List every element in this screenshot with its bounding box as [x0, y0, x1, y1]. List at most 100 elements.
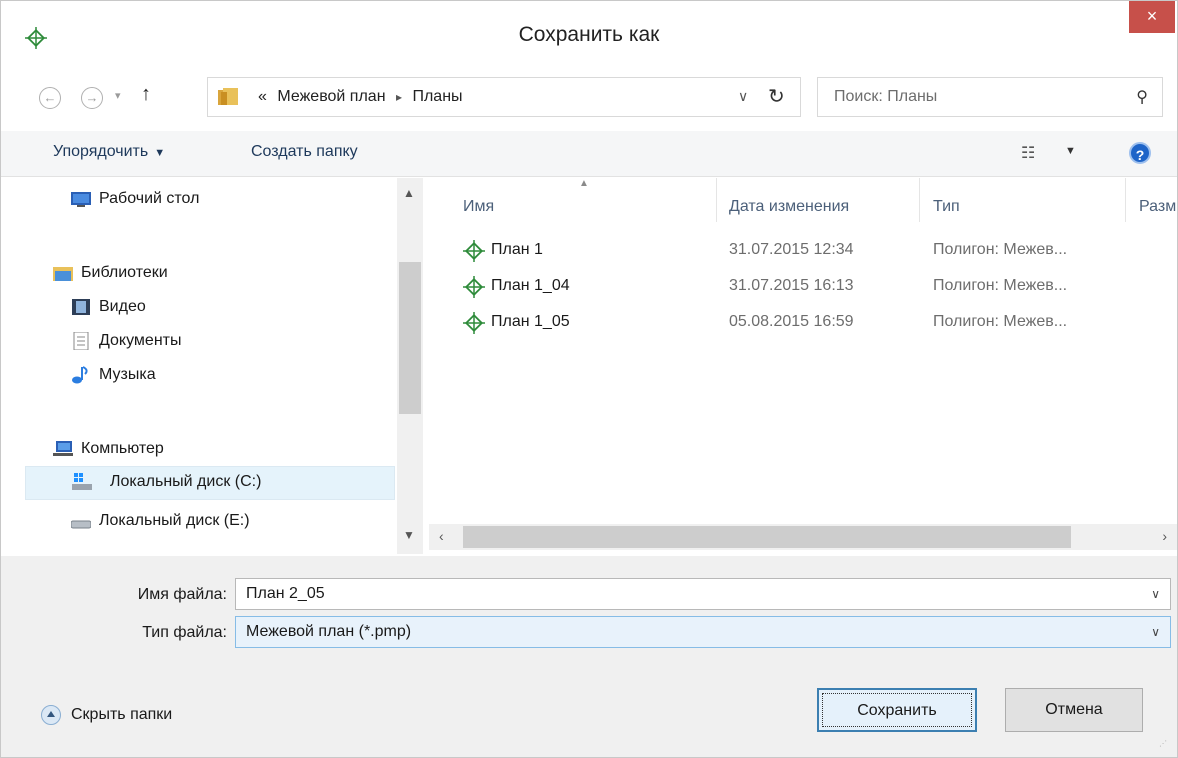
breadcrumb-item-mezhevoy-plan[interactable]: Межевой план — [277, 88, 385, 105]
new-folder-button[interactable]: Создать папку — [251, 143, 358, 161]
sidebar-item-computer[interactable]: Компьютер — [53, 434, 393, 468]
column-header-name[interactable]: Имя — [463, 198, 494, 216]
recent-locations-dropdown[interactable]: ▾ — [115, 89, 121, 102]
chevron-down-icon[interactable]: ∨ — [1151, 587, 1160, 601]
drive-e-icon — [71, 520, 91, 529]
file-list-scrollbar[interactable]: ‹ › — [429, 524, 1177, 550]
sidebar-item-label: Локальный диск (E:) — [99, 512, 250, 529]
file-date: 31.07.2015 12:34 — [729, 241, 854, 258]
video-icon — [72, 299, 90, 315]
sidebar-item-label: Документы — [99, 332, 182, 349]
sidebar-item-label: Видео — [99, 298, 146, 315]
scroll-down-icon[interactable]: ▼ — [403, 528, 415, 542]
breadcrumb-item-plany[interactable]: Планы — [412, 88, 462, 105]
view-options-icon[interactable]: ☷ — [1021, 143, 1035, 163]
search-box[interactable]: Поиск: Планы ⚲ — [817, 77, 1163, 117]
sort-ascending-icon: ▲ — [579, 178, 589, 189]
organize-button[interactable]: Упорядочить ▼ — [53, 143, 165, 161]
forward-button[interactable]: → — [81, 87, 103, 109]
plan-file-icon — [463, 240, 485, 262]
chevron-down-icon[interactable]: ∨ — [1151, 625, 1160, 639]
title-bar: Сохранить как × — [1, 1, 1177, 75]
file-date: 31.07.2015 16:13 — [729, 277, 854, 294]
sidebar-item-drive-c[interactable]: Локальный диск (C:) — [25, 466, 395, 500]
sidebar-item-label: Музыка — [99, 366, 156, 383]
documents-icon — [73, 332, 89, 350]
desktop-icon — [71, 192, 91, 207]
chevron-down-icon: ▼ — [154, 147, 166, 159]
breadcrumb-separator-icon[interactable]: ▸ — [396, 90, 402, 104]
file-type: Полигон: Межев... — [933, 313, 1068, 330]
column-header-date[interactable]: Дата изменения — [729, 198, 849, 216]
file-name: План 1_04 — [491, 277, 570, 294]
column-divider[interactable] — [716, 178, 717, 222]
sidebar-item-desktop[interactable]: Рабочий стол — [71, 184, 391, 218]
scrollbar-thumb[interactable] — [399, 262, 421, 414]
column-header-size[interactable]: Разм — [1139, 198, 1176, 216]
folder-icon — [218, 88, 238, 105]
filetype-label: Тип файла: — [142, 624, 227, 641]
search-icon[interactable]: ⚲ — [1136, 87, 1148, 107]
sidebar-item-label: Компьютер — [81, 440, 164, 457]
close-button[interactable]: × — [1129, 1, 1175, 33]
file-list: ▲ Имя Дата изменения Тип Разм План 1 31.… — [429, 178, 1177, 554]
back-button[interactable]: ← — [39, 87, 61, 109]
file-name: План 1 — [491, 241, 543, 258]
sidebar-item-video[interactable]: Видео — [71, 292, 391, 326]
scroll-right-icon[interactable]: › — [1162, 528, 1167, 544]
search-input[interactable]: Поиск: Планы — [834, 88, 937, 106]
sidebar-item-music[interactable]: Музыка — [71, 360, 391, 394]
refresh-icon[interactable]: ↻ — [768, 84, 785, 109]
cancel-button[interactable]: Отмена — [1005, 688, 1143, 732]
plan-file-icon — [463, 276, 485, 298]
arrow-up-icon: ↑ — [141, 83, 151, 105]
help-icon[interactable]: ? — [1129, 142, 1151, 164]
save-button[interactable]: Сохранить — [817, 688, 977, 732]
file-type: Полигон: Межев... — [933, 241, 1068, 258]
music-icon — [72, 366, 88, 384]
column-divider[interactable] — [1125, 178, 1126, 222]
arrow-left-icon: ← — [43, 90, 57, 105]
file-name: План 1_05 — [491, 313, 570, 330]
table-row[interactable]: План 1 31.07.2015 12:34 Полигон: Межев..… — [429, 236, 1177, 266]
command-toolbar: Упорядочить ▼ Создать папку ☷ ▼ ? — [1, 131, 1177, 177]
window-title: Сохранить как — [518, 23, 660, 46]
sidebar-item-libraries[interactable]: Библиотеки — [53, 258, 393, 292]
address-dropdown-icon[interactable]: ∨ — [738, 88, 748, 105]
sidebar-item-label: Библиотеки — [81, 264, 168, 281]
filetype-value: Межевой план (*.pmp) — [246, 623, 412, 640]
save-as-dialog: Сохранить как × ← → ▾ ↑ « Межевой план ▸… — [0, 0, 1178, 758]
scroll-left-icon[interactable]: ‹ — [439, 528, 444, 544]
computer-icon — [53, 441, 73, 456]
column-header-type[interactable]: Тип — [933, 198, 960, 216]
table-row[interactable]: План 1_05 05.08.2015 16:59 Полигон: Меже… — [429, 308, 1177, 338]
collapse-up-icon — [41, 705, 61, 725]
sidebar-item-label: Локальный диск (C:) — [110, 473, 262, 490]
navigation-bar: ← → ▾ ↑ « Межевой план ▸ Планы ∨ ↻ Поиск… — [1, 77, 1177, 119]
scrollbar-thumb[interactable] — [463, 526, 1071, 548]
filetype-select[interactable]: Межевой план (*.pmp) ∨ — [235, 616, 1171, 648]
table-row[interactable]: План 1_04 31.07.2015 16:13 Полигон: Меже… — [429, 272, 1177, 302]
plan-file-icon — [463, 312, 485, 334]
hide-folders-label: Скрыть папки — [71, 706, 173, 723]
column-divider[interactable] — [919, 178, 920, 222]
breadcrumb-overflow[interactable]: « — [258, 88, 267, 105]
focus-rectangle — [822, 693, 972, 727]
library-icon — [53, 267, 73, 281]
sidebar-item-drive-e[interactable]: Локальный диск (E:) — [71, 506, 391, 540]
arrow-right-icon: → — [85, 90, 99, 105]
up-button[interactable]: ↑ — [141, 83, 151, 106]
filename-field[interactable]: План 2_05 ∨ — [235, 578, 1171, 610]
resize-grip-icon[interactable]: ⋰ — [1159, 739, 1171, 751]
scroll-up-icon[interactable]: ▲ — [403, 186, 415, 200]
navigation-scrollbar[interactable]: ▲ ▼ — [397, 178, 423, 554]
sidebar-item-documents[interactable]: Документы — [71, 326, 391, 360]
drive-c-icon — [72, 473, 92, 490]
view-dropdown-icon[interactable]: ▼ — [1065, 145, 1076, 157]
filename-label: Имя файла: — [137, 586, 227, 603]
filename-input[interactable]: План 2_05 — [246, 585, 325, 603]
file-date: 05.08.2015 16:59 — [729, 313, 854, 330]
navigation-pane: Рабочий стол Библиотеки Видео Документы … — [1, 178, 425, 554]
address-bar[interactable]: « Межевой план ▸ Планы ∨ ↻ — [207, 77, 801, 117]
breadcrumb: « Межевой план ▸ Планы — [258, 88, 469, 106]
